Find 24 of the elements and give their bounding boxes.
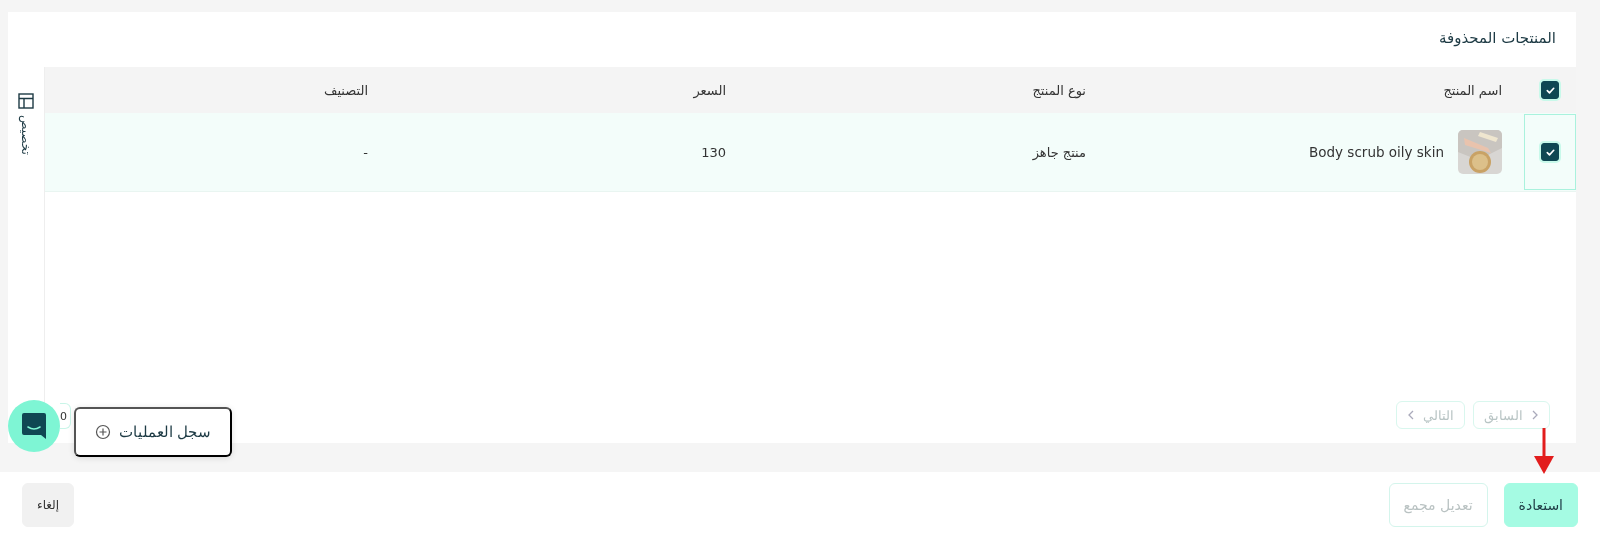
- restore-button[interactable]: استعادة: [1503, 483, 1578, 527]
- table-icon[interactable]: [18, 93, 34, 109]
- table-cell-text: 130: [700, 144, 727, 160]
- check-icon: [1544, 84, 1556, 96]
- page-size-select[interactable]: 0: [60, 403, 71, 429]
- column-header: التصنيف: [322, 82, 369, 98]
- chevron-icon: [1531, 410, 1539, 420]
- column-header: نوع المنتج: [1031, 82, 1087, 98]
- table-cell-text: -: [362, 144, 369, 160]
- cancel-button[interactable]: إلغاء: [22, 483, 75, 527]
- page-title: المنتجات المحذوفة: [1437, 28, 1557, 49]
- chevron-icon: [1407, 410, 1415, 420]
- table-cell-text: منتج جاهز: [1031, 144, 1087, 160]
- checkbox[interactable]: [1541, 143, 1559, 161]
- activity-log-button[interactable]: سجل العمليات: [74, 407, 232, 457]
- chat-icon: [21, 412, 47, 440]
- customize-label[interactable]: تخصيص: [19, 115, 33, 155]
- check-icon: [1544, 146, 1556, 158]
- annotation-arrow: [1532, 428, 1556, 476]
- column-header: السعر: [692, 82, 727, 98]
- checkbox[interactable]: [1541, 81, 1559, 99]
- table-cell: Body scrub oily skin: [1309, 144, 1444, 160]
- add-icon: [94, 424, 111, 440]
- column-header: اسم المنتج: [1442, 82, 1503, 98]
